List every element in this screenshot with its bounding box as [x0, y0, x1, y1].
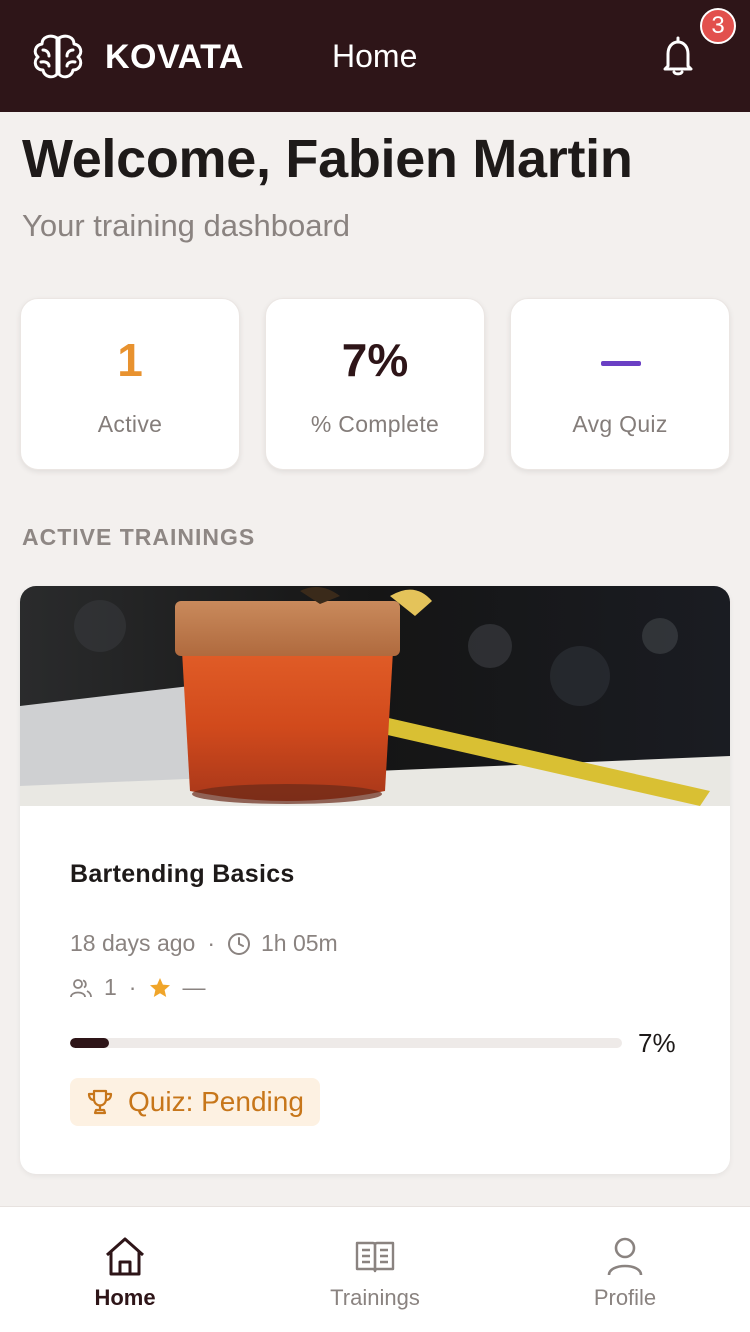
training-rating: — [182, 974, 206, 1000]
training-meta-time: 18 days ago · 1h 05m [70, 930, 338, 957]
app-header: KOVATA Home 3 [0, 0, 750, 112]
book-icon [355, 1241, 395, 1273]
brand-name: KOVATA [105, 38, 244, 76]
nav-label-home: Home [94, 1285, 156, 1310]
trophy-icon [87, 1089, 113, 1115]
page-title: Home [332, 38, 418, 74]
section-heading-active-trainings: ACTIVE TRAININGS [22, 524, 256, 550]
training-time-ago: 18 days ago [70, 930, 196, 956]
training-progress-bar [70, 1038, 622, 1048]
stat-card-avg-quiz: Avg Quiz [510, 298, 730, 470]
quiz-status-badge: Quiz: Pending [70, 1078, 320, 1126]
training-duration: 1h 05m [261, 930, 338, 956]
meta-separator: · [207, 930, 215, 956]
clock-icon [228, 932, 250, 955]
brain-logo-icon [33, 34, 83, 79]
training-progress-label: 7% [638, 1028, 676, 1058]
meta-separator: · [128, 974, 137, 1000]
stat-card-complete: 7% % Complete [265, 298, 485, 470]
user-icon [607, 1237, 643, 1276]
training-title[interactable]: Bartending Basics [70, 860, 295, 889]
welcome-subtitle: Your training dashboard [22, 208, 351, 243]
stat-value-complete: 7% [341, 334, 409, 386]
notification-badge[interactable]: 3 [700, 8, 736, 44]
stat-label-complete: % Complete [310, 411, 440, 437]
bottom-navigation: Home Trainings Profile [0, 1206, 750, 1332]
stat-card-active: 1 Active [20, 298, 240, 470]
stat-value-active: 1 [117, 334, 143, 386]
nav-item-profile[interactable]: Profile [500, 1207, 750, 1332]
nav-label-trainings: Trainings [330, 1285, 420, 1310]
nav-item-trainings[interactable]: Trainings [250, 1207, 500, 1332]
bell-icon[interactable] [660, 36, 696, 76]
quiz-status-label: Quiz: Pending [128, 1086, 304, 1117]
nav-item-home[interactable]: Home [0, 1207, 250, 1332]
participants-icon [70, 978, 92, 997]
training-card[interactable]: Bartending Basics 18 days ago · 1h 05m 1… [20, 586, 730, 1174]
training-participants: 1 [104, 974, 117, 1000]
welcome-heading: Welcome, Fabien Martin [22, 129, 633, 189]
nav-label-profile: Profile [593, 1285, 657, 1310]
stat-label-avg-quiz: Avg Quiz [572, 411, 668, 437]
training-cover-image [20, 586, 730, 806]
home-icon [106, 1237, 144, 1276]
training-progress-fill [70, 1038, 109, 1048]
star-icon [150, 977, 171, 997]
stat-label-active: Active [97, 411, 163, 437]
training-meta-social: 1 · — [70, 974, 205, 1001]
stat-value-avg-quiz-dash [601, 361, 641, 366]
